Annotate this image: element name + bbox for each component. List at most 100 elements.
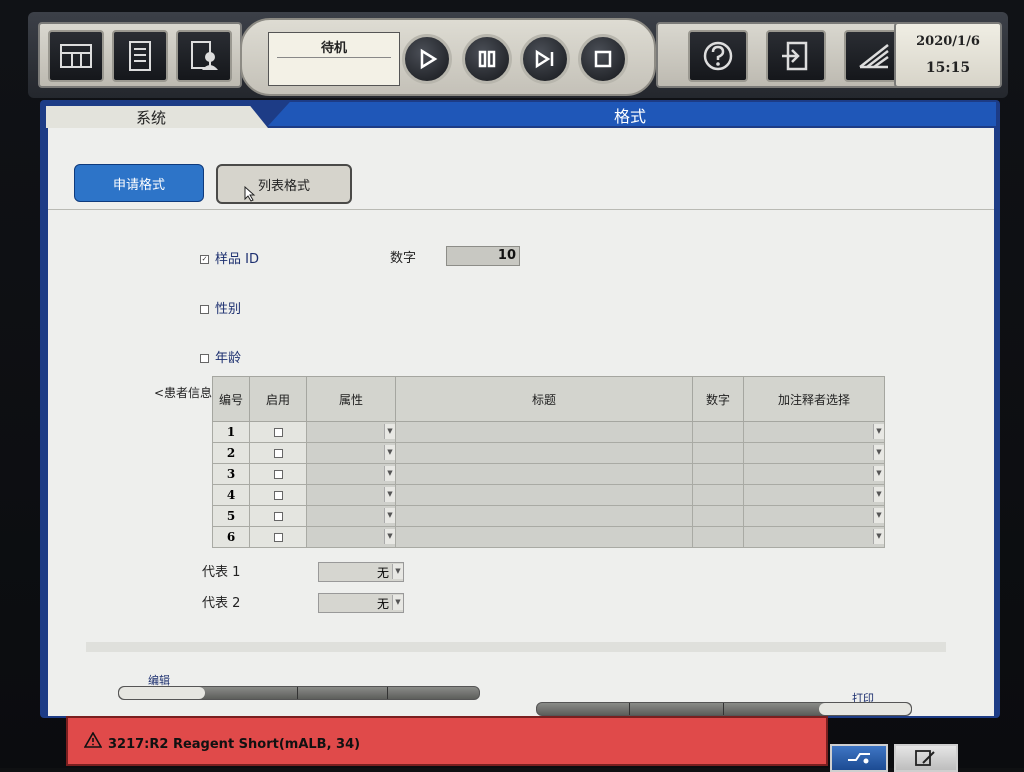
alarm-bar[interactable]: 3217:R2 Reagent Short(mALB, 34) xyxy=(66,716,828,766)
sample-id-checkbox[interactable]: ✓ xyxy=(200,255,209,264)
exit-button[interactable] xyxy=(766,30,826,82)
attribute-cell-select[interactable]: ▼ xyxy=(307,527,395,547)
col-header-title: 标题 xyxy=(395,376,693,422)
enable-checkbox[interactable] xyxy=(273,533,283,542)
datetime-display: 2020/1/6 15:15 xyxy=(894,22,1002,88)
attribute-cell-select[interactable]: ▼ xyxy=(307,422,395,442)
enable-cell[interactable] xyxy=(249,505,307,527)
annotator-cell[interactable]: ▼ xyxy=(743,526,885,548)
enable-checkbox[interactable] xyxy=(273,512,283,521)
attribute-cell[interactable]: ▼ xyxy=(306,442,396,464)
print-button-bar[interactable] xyxy=(536,702,912,716)
enable-cell[interactable] xyxy=(249,442,307,464)
tab-system-label: 系统 xyxy=(136,109,167,127)
digits-cell[interactable] xyxy=(692,505,744,527)
attribute-cell-select[interactable]: ▼ xyxy=(307,506,395,526)
print-segment-active[interactable] xyxy=(819,703,911,715)
enable-cell[interactable] xyxy=(249,526,307,548)
digits-input[interactable]: 10 xyxy=(446,246,520,266)
digits-cell[interactable] xyxy=(692,421,744,443)
stop-icon xyxy=(594,50,612,68)
edit-button-bar[interactable] xyxy=(118,686,480,700)
chevron-down-icon: ▼ xyxy=(384,424,395,439)
representative-1-select[interactable]: 无 ▼ xyxy=(318,562,404,582)
user-document-icon[interactable] xyxy=(176,30,232,82)
title-cell[interactable] xyxy=(395,421,693,443)
enable-cell[interactable] xyxy=(249,421,307,443)
device-screen: 待机 2020/1/6 15:15 系统 格式 申请格式 列表格式 ✓ 样品 I… xyxy=(0,0,1024,772)
attribute-cell[interactable]: ▼ xyxy=(306,505,396,527)
date-text: 2020/1/6 xyxy=(916,34,980,49)
chevron-down-icon: ▼ xyxy=(873,508,884,523)
annotator-cell[interactable]: ▼ xyxy=(743,421,885,443)
representative-2-select[interactable]: 无 ▼ xyxy=(318,593,404,613)
attribute-cell[interactable]: ▼ xyxy=(306,421,396,443)
annotator-cell-select[interactable]: ▼ xyxy=(744,506,884,526)
step-forward-icon xyxy=(535,49,554,69)
enable-cell[interactable] xyxy=(249,484,307,506)
request-format-tab[interactable]: 申请格式 xyxy=(74,164,204,202)
grid-panel-icon[interactable] xyxy=(48,30,104,82)
attribute-cell[interactable]: ▼ xyxy=(306,484,396,506)
step-forward-button[interactable] xyxy=(520,34,570,84)
digits-cell[interactable] xyxy=(692,463,744,485)
attribute-cell-select[interactable]: ▼ xyxy=(307,443,395,463)
enable-checkbox[interactable] xyxy=(273,428,283,437)
chevron-down-icon: ▼ xyxy=(873,445,884,460)
sex-option[interactable]: 性别 xyxy=(200,298,241,317)
title-cell[interactable] xyxy=(395,442,693,464)
help-button[interactable] xyxy=(688,30,748,82)
annotator-cell-select[interactable]: ▼ xyxy=(744,422,884,442)
patient-info-rows: 1 ▼ ▼ 2 ▼ ▼ 3 ▼ ▼ 4 ▼ ▼ 5 ▼ ▼ 6 ▼ ▼ xyxy=(212,421,885,548)
format-content: 申请格式 列表格式 ✓样品 ID 数字 10 性别 年龄 <患者信息 > 编号 xyxy=(48,128,994,716)
chevron-down-icon: ▼ xyxy=(384,529,395,544)
pause-button[interactable] xyxy=(462,34,512,84)
enable-checkbox[interactable] xyxy=(273,449,283,458)
tab-system[interactable]: 系统 xyxy=(46,106,268,128)
edit-segment-divider xyxy=(297,687,298,699)
attribute-cell[interactable]: ▼ xyxy=(306,463,396,485)
col-header-annotator: 加注释者选择 xyxy=(743,376,885,422)
pause-icon xyxy=(478,50,496,68)
digits-cell[interactable] xyxy=(692,526,744,548)
annotator-cell-select[interactable]: ▼ xyxy=(744,527,884,547)
col-header-no: 编号 xyxy=(212,376,250,422)
chevron-down-icon: ▼ xyxy=(392,595,403,610)
list-document-icon[interactable] xyxy=(112,30,168,82)
sex-checkbox[interactable] xyxy=(200,305,209,314)
list-format-tab[interactable]: 列表格式 xyxy=(216,164,352,204)
digits-cell[interactable] xyxy=(692,484,744,506)
play-button[interactable] xyxy=(402,34,452,84)
edit-segment-active[interactable] xyxy=(119,687,205,699)
attribute-cell[interactable]: ▼ xyxy=(306,526,396,548)
age-checkbox[interactable] xyxy=(200,354,209,363)
row-number: 4 xyxy=(212,484,250,506)
chevron-down-icon: ▼ xyxy=(873,487,884,502)
sample-id-option[interactable]: ✓ 样品 ID xyxy=(200,248,259,267)
maintenance-icon xyxy=(859,44,889,69)
chevron-down-icon: ▼ xyxy=(392,564,403,579)
title-cell[interactable] xyxy=(395,484,693,506)
attribute-cell-select[interactable]: ▼ xyxy=(307,485,395,505)
annotator-cell[interactable]: ▼ xyxy=(743,442,885,464)
annotator-cell[interactable]: ▼ xyxy=(743,484,885,506)
enable-checkbox[interactable] xyxy=(273,470,283,479)
enable-checkbox[interactable] xyxy=(273,491,283,500)
chevron-down-icon: ▼ xyxy=(384,508,395,523)
annotator-cell-select[interactable]: ▼ xyxy=(744,464,884,484)
stop-button[interactable] xyxy=(578,34,628,84)
annotator-cell-select[interactable]: ▼ xyxy=(744,443,884,463)
table-row: 3 ▼ ▼ xyxy=(212,463,885,485)
attribute-cell-select[interactable]: ▼ xyxy=(307,464,395,484)
annotator-cell-select[interactable]: ▼ xyxy=(744,485,884,505)
title-cell[interactable] xyxy=(395,463,693,485)
digits-cell[interactable] xyxy=(692,442,744,464)
enable-cell[interactable] xyxy=(249,463,307,485)
representative-1-label: 代表 1 xyxy=(202,565,241,580)
tab-format[interactable]: 格式 xyxy=(268,102,996,126)
title-cell[interactable] xyxy=(395,505,693,527)
annotator-cell[interactable]: ▼ xyxy=(743,505,885,527)
age-option[interactable]: 年龄 xyxy=(200,347,241,366)
annotator-cell[interactable]: ▼ xyxy=(743,463,885,485)
title-cell[interactable] xyxy=(395,526,693,548)
